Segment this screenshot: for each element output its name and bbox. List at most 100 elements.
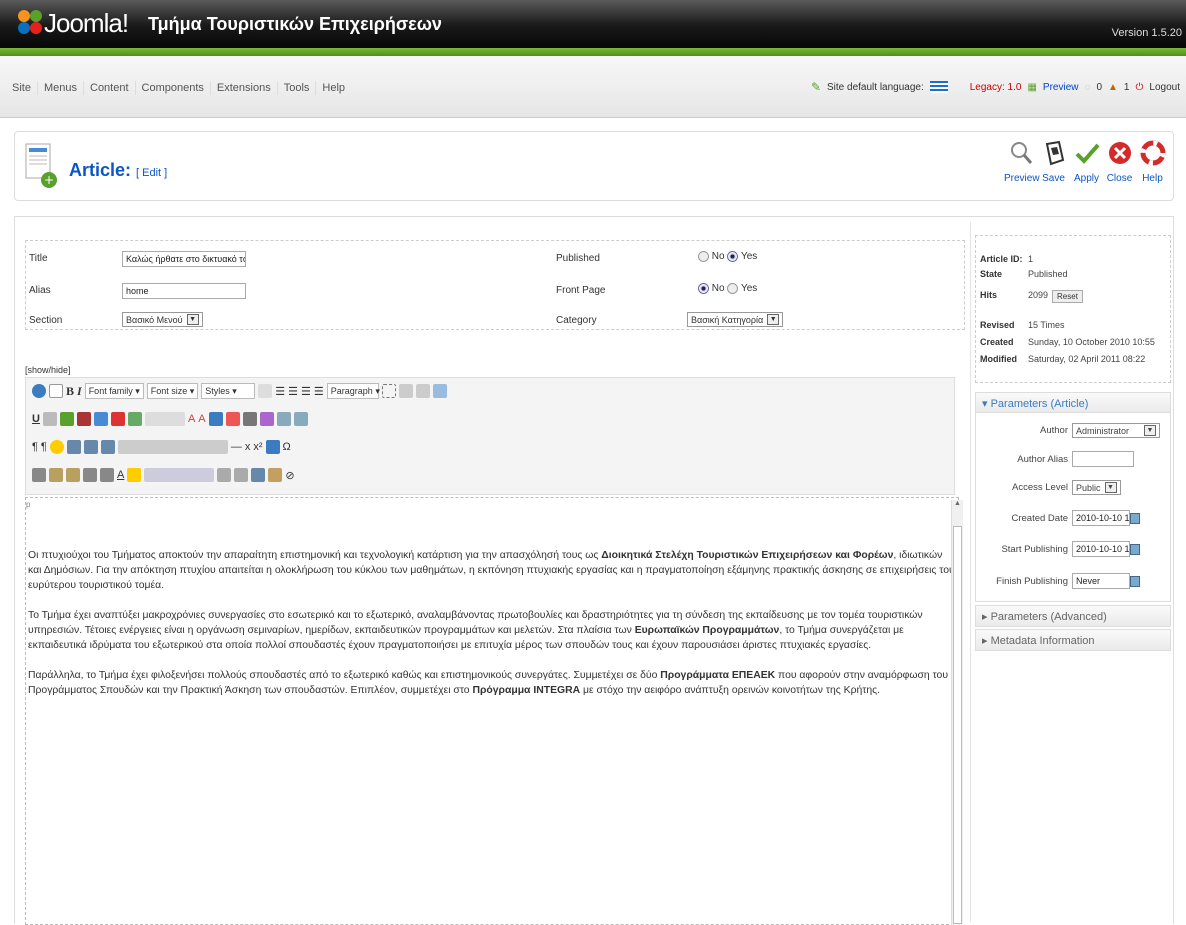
anchor-icon[interactable] [59, 412, 74, 426]
special-char-icon[interactable]: Ω [283, 441, 291, 453]
underline-icon[interactable]: U [32, 413, 40, 425]
align-left-icon[interactable]: ☰ [275, 385, 285, 398]
parameters-advanced-toggle[interactable]: ▸ Parameters (Advanced) [976, 606, 1170, 626]
pilcrow-icon[interactable] [242, 412, 257, 426]
menu-menus[interactable]: Menus [38, 81, 84, 95]
legacy-mode-label[interactable]: Legacy: 1.0 [970, 82, 1022, 93]
help-button[interactable]: Help [1136, 136, 1169, 184]
editor-scrollbar[interactable]: ▲ [951, 500, 963, 925]
frontpage-no-radio[interactable] [698, 283, 709, 294]
insert-table-icon[interactable] [66, 440, 81, 454]
indent-tools-icon[interactable] [144, 468, 215, 482]
new-document-icon[interactable] [49, 384, 63, 398]
align-justify-icon[interactable]: ☰ [314, 385, 324, 398]
parameters-advanced-panel[interactable]: ▸ Parameters (Advanced) [975, 605, 1171, 627]
show-hide-toggle[interactable]: [show/hide] [25, 365, 71, 375]
section-select[interactable]: Βασικό Μενού ▼ [122, 312, 203, 327]
crop-icon[interactable] [432, 384, 447, 398]
font-color-icon[interactable]: A [117, 469, 124, 481]
menu-help[interactable]: Help [316, 81, 351, 95]
style-props-icon[interactable] [259, 412, 274, 426]
alias-input[interactable]: home [122, 283, 246, 299]
parameters-article-toggle[interactable]: ▾ Parameters (Article) [976, 393, 1170, 413]
replace-icon[interactable] [100, 468, 114, 482]
italic-icon[interactable]: I [77, 384, 82, 399]
published-no-radio[interactable] [698, 251, 709, 262]
copy-icon[interactable] [415, 384, 430, 398]
access-level-select[interactable]: Public ▼ [1072, 480, 1121, 495]
media-icon[interactable] [110, 412, 125, 426]
editor-area[interactable]: p Οι πτυχιούχοι του Τμήματος αποκτούν τη… [25, 497, 959, 925]
frontpage-yes-radio[interactable] [727, 283, 739, 294]
apply-button[interactable]: Apply [1070, 136, 1103, 184]
preview-link[interactable]: Preview [1043, 82, 1079, 93]
metadata-toggle[interactable]: ▸ Metadata Information [976, 630, 1170, 650]
font-size-select[interactable]: Font size ▾ [146, 383, 199, 399]
code-icon[interactable]: ⊘ [285, 469, 294, 482]
menu-site[interactable]: Site [6, 81, 38, 95]
menu-extensions[interactable]: Extensions [211, 81, 278, 95]
clean-icon[interactable] [268, 468, 283, 482]
fullscreen-icon[interactable] [265, 440, 280, 454]
ltr-icon[interactable]: ¶ [32, 441, 38, 453]
category-select[interactable]: Βασική Κατηγορία ▼ [687, 312, 784, 327]
help-icon[interactable] [32, 384, 46, 398]
close-button[interactable]: Close [1103, 136, 1136, 184]
bold-icon[interactable]: B [66, 384, 74, 399]
paste-word-icon[interactable] [66, 468, 80, 482]
users-count[interactable]: 1 [1124, 82, 1130, 93]
start-publishing-input[interactable]: 2010-10-10 10:55:59 [1072, 541, 1130, 557]
calendar-icon[interactable] [1130, 543, 1140, 555]
metadata-panel[interactable]: ▸ Metadata Information [975, 629, 1171, 651]
calendar-icon[interactable] [1130, 575, 1140, 587]
template-icon[interactable] [293, 412, 308, 426]
link-icon[interactable] [42, 412, 57, 426]
row-props-icon[interactable] [83, 440, 98, 454]
table-tools-icon[interactable] [117, 440, 228, 454]
numbered-list-icon[interactable] [234, 468, 249, 482]
spellcheck-icon[interactable] [76, 412, 91, 426]
preview-button[interactable]: Preview [1004, 136, 1040, 184]
highlight-icon[interactable] [127, 468, 142, 482]
styles-select[interactable]: Styles ▾ [201, 383, 256, 399]
abbreviation-icon[interactable] [144, 412, 185, 426]
title-input[interactable]: Καλώς ήρθατε στο δικτυακό τόπο το [122, 251, 246, 267]
emoticon-icon[interactable] [49, 440, 64, 454]
author-select[interactable]: Administrator ▼ [1072, 423, 1160, 438]
scroll-up-icon[interactable]: ▲ [952, 500, 963, 507]
paragraph-icon[interactable] [208, 412, 223, 426]
menu-tools[interactable]: Tools [278, 81, 317, 95]
logout-link[interactable]: Logout [1149, 82, 1180, 93]
author-alias-input[interactable] [1072, 451, 1134, 467]
layer-icon[interactable] [276, 412, 291, 426]
paragraph-format-select[interactable]: Paragraph ▾ [326, 383, 380, 399]
table-icon[interactable] [127, 412, 142, 426]
editor-content[interactable]: Οι πτυχιούχοι του Τμήματος αποκτούν την … [28, 548, 958, 713]
paste-icon[interactable] [49, 468, 63, 482]
superscript-icon[interactable]: x² [253, 441, 262, 453]
cut-icon[interactable] [398, 384, 413, 398]
rtl-icon[interactable]: ¶ [41, 441, 47, 453]
align-center-icon[interactable]: ☰ [288, 385, 298, 398]
bullet-list-icon[interactable] [217, 468, 232, 482]
finish-publishing-input[interactable]: Never [1072, 573, 1130, 589]
strikethrough-icon[interactable] [258, 384, 273, 398]
font-family-select[interactable]: Font family ▾ [84, 383, 144, 399]
text-color-icon[interactable]: A [188, 413, 195, 425]
anchor-down-icon[interactable] [251, 468, 266, 482]
image-icon[interactable] [93, 412, 108, 426]
scissors-icon[interactable] [32, 468, 46, 482]
published-yes-radio[interactable] [727, 251, 739, 262]
calendar-icon[interactable] [1130, 512, 1140, 524]
align-right-icon[interactable]: ☰ [301, 385, 311, 398]
show-blocks-icon[interactable] [225, 412, 240, 426]
created-date-input[interactable]: 2010-10-10 10:55:59 [1072, 510, 1130, 526]
cell-props-icon[interactable] [100, 440, 115, 454]
select-all-icon[interactable] [381, 384, 396, 398]
scrollbar-thumb[interactable] [953, 526, 962, 924]
menu-components[interactable]: Components [136, 81, 211, 95]
reset-hits-button[interactable]: Reset [1052, 290, 1083, 303]
greek-flag-icon[interactable] [929, 81, 948, 93]
find-icon[interactable] [83, 468, 97, 482]
messages-count[interactable]: 0 [1096, 82, 1102, 93]
